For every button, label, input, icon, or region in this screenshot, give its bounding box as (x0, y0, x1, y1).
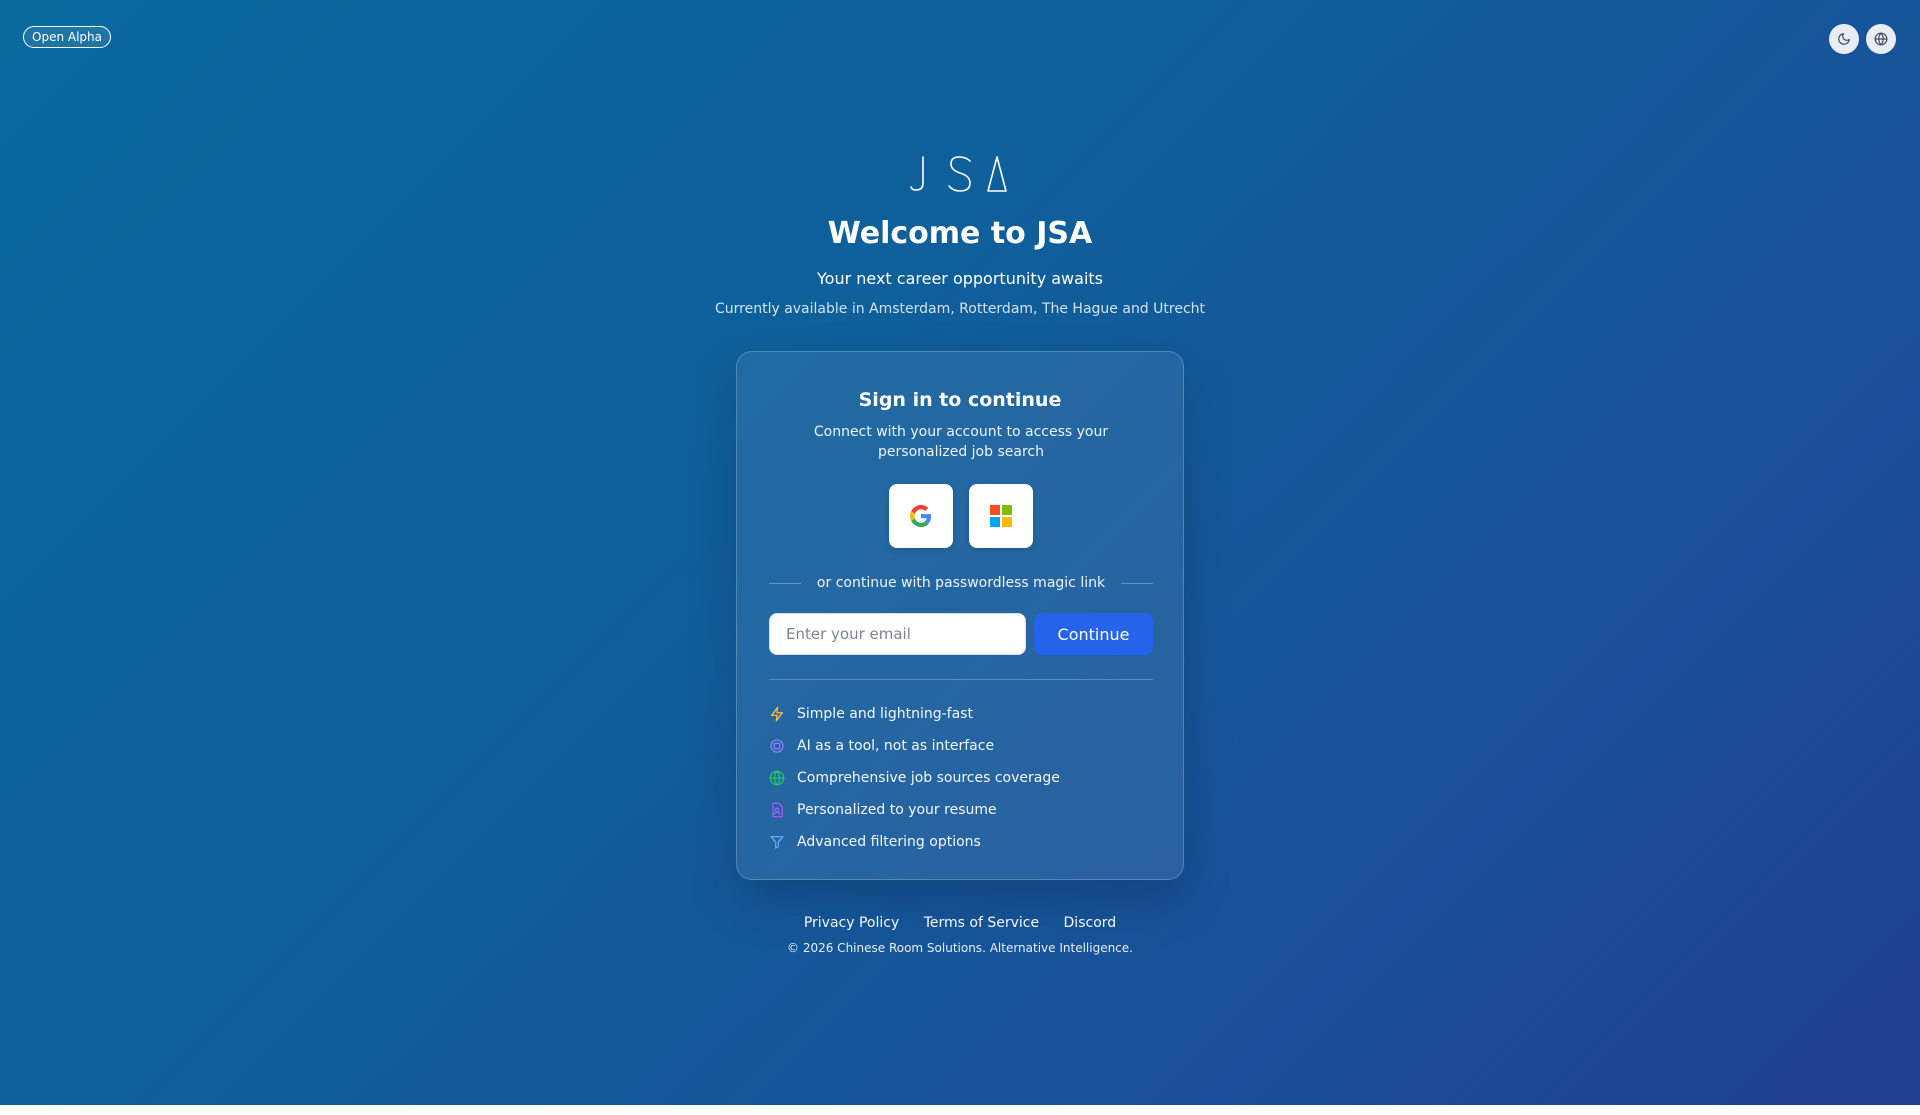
divider-line-right (1121, 582, 1153, 584)
microsoft-sign-in-button[interactable] (969, 484, 1033, 548)
feature-label: Comprehensive job sources coverage (797, 770, 1060, 786)
privacy-policy-link[interactable]: Privacy Policy (804, 915, 899, 931)
globe-icon (769, 770, 785, 786)
feature-item: Comprehensive job sources coverage (769, 762, 1153, 794)
feature-item: Personalized to your resume (769, 794, 1153, 826)
lightning-icon (769, 706, 785, 722)
continue-button[interactable]: Continue (1034, 613, 1153, 655)
filter-icon (769, 834, 785, 850)
page-subtitle: Your next career opportunity awaits (817, 269, 1103, 288)
features-separator (769, 679, 1153, 680)
open-alpha-badge[interactable]: Open Alpha (23, 26, 111, 48)
feature-item: Simple and lightning-fast (769, 698, 1153, 730)
feature-label: Simple and lightning-fast (797, 706, 973, 722)
jsa-logo (910, 156, 1007, 192)
discord-link[interactable]: Discord (1064, 915, 1117, 931)
copyright-text: © 2026 Chinese Room Solutions. Alternati… (787, 941, 1133, 955)
divider-line-left (769, 582, 801, 584)
feature-item: Advanced filtering options (769, 826, 1153, 858)
divider-text: or continue with passwordless magic link (816, 575, 1106, 591)
terms-of-service-link[interactable]: Terms of Service (924, 915, 1039, 931)
features-list: Simple and lightning-fast AI as a tool, … (769, 698, 1153, 858)
feature-label: AI as a tool, not as interface (797, 738, 995, 754)
card-title: Sign in to continue (858, 389, 1062, 411)
feature-label: Personalized to your resume (797, 802, 997, 818)
footer-links: Privacy Policy Terms of Service Discord (0, 912, 1920, 934)
sign-in-card: Sign in to continue Connect with your ac… (736, 351, 1184, 880)
feature-label: Advanced filtering options (797, 834, 981, 850)
theme-toggle-button[interactable] (1829, 24, 1859, 54)
microsoft-icon (990, 505, 1012, 527)
feature-item: AI as a tool, not as interface (769, 730, 1153, 762)
language-button[interactable] (1866, 24, 1896, 54)
globe-icon (1874, 32, 1888, 46)
moon-icon (1838, 33, 1850, 45)
document-user-icon (769, 802, 785, 818)
bottom-strip (0, 1105, 1920, 1115)
cpu-icon (769, 738, 785, 754)
divider: or continue with passwordless magic link (769, 573, 1153, 593)
email-input[interactable] (769, 613, 1026, 655)
availability-note: Currently available in Amsterdam, Rotter… (714, 301, 1206, 317)
page-title: Welcome to JSA (827, 216, 1093, 251)
google-sign-in-button[interactable] (889, 484, 953, 548)
google-icon (910, 505, 932, 527)
card-description: Connect with your account to access your… (813, 424, 1109, 460)
